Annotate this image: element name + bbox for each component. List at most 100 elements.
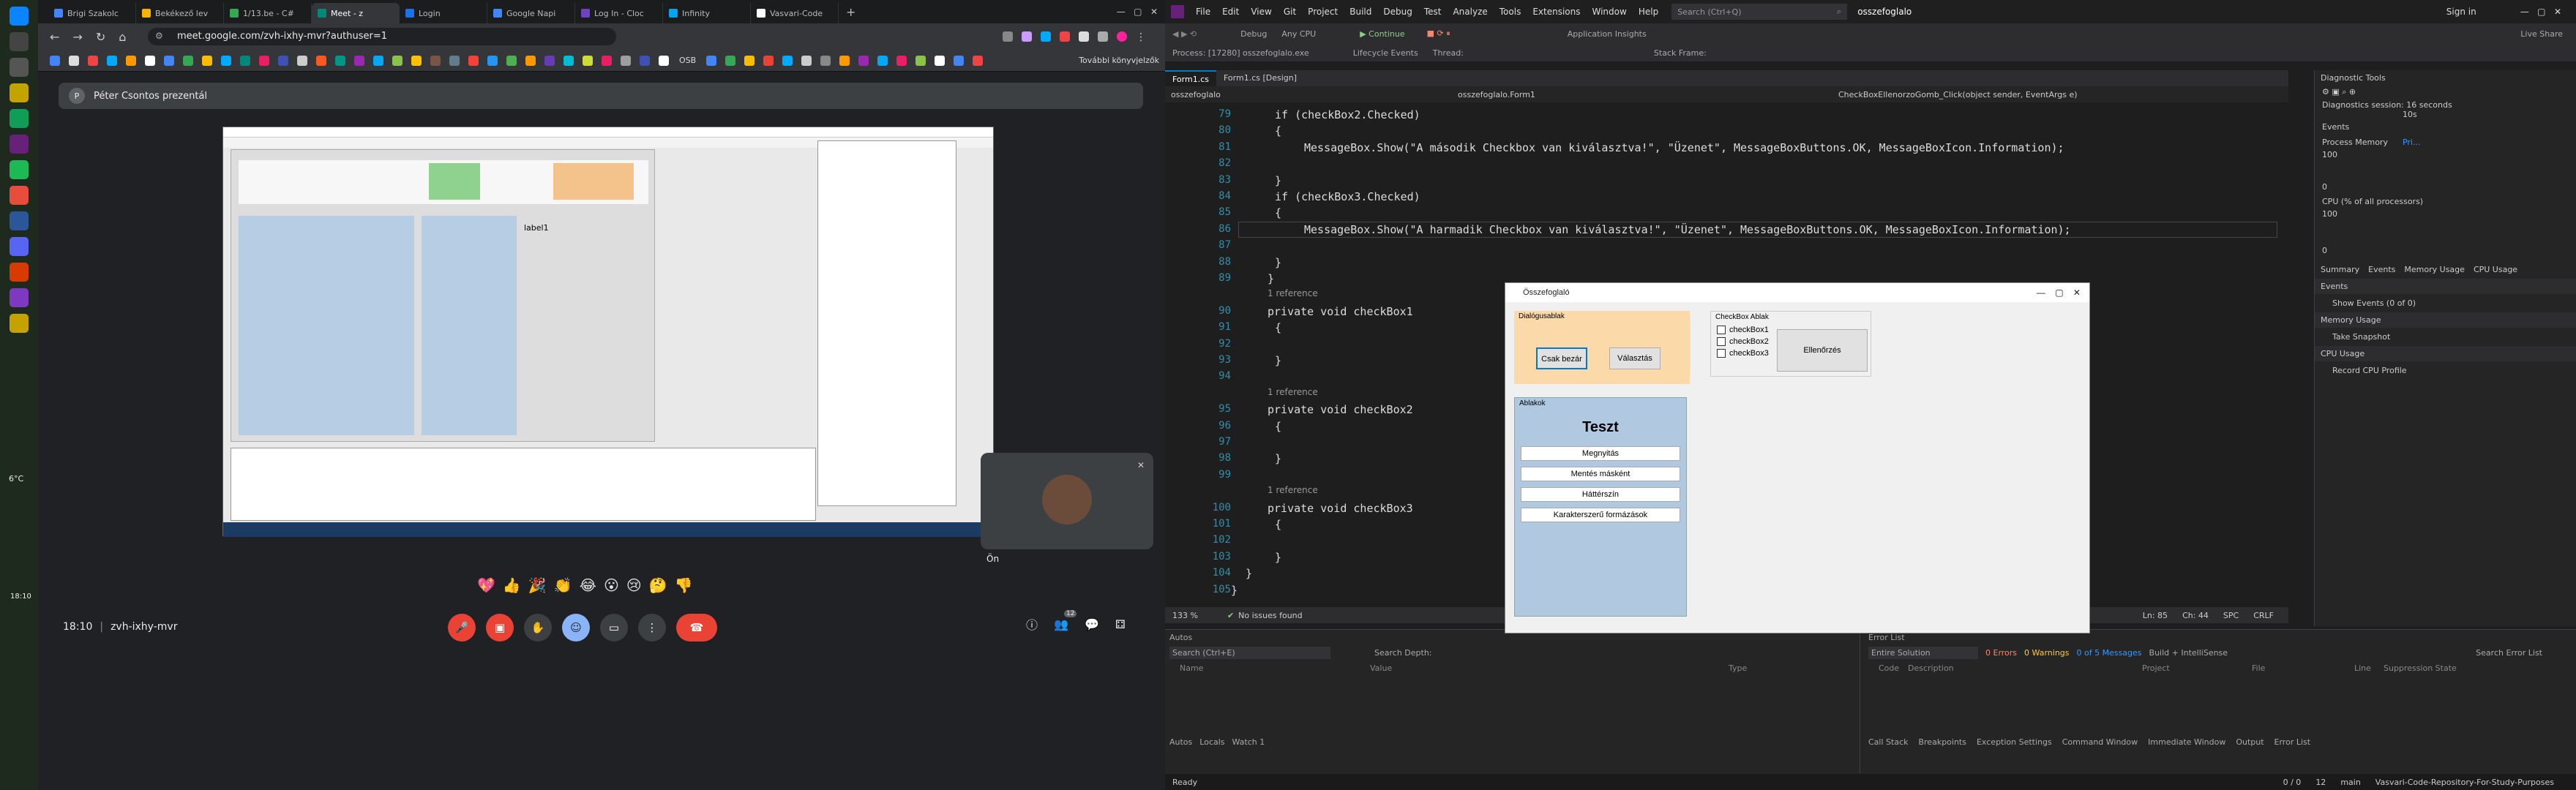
messages-filter[interactable]: 0 of 5 Messages [2077, 648, 2142, 658]
error-panel-tab[interactable]: Call Stack [1868, 737, 1908, 747]
tab-form1-design[interactable]: Form1.cs [Design] [1216, 70, 1304, 86]
checkbox-box[interactable] [1717, 349, 1726, 358]
forward-icon[interactable]: → [72, 30, 82, 44]
error-panel-tab[interactable]: Exception Settings [1977, 737, 2052, 747]
autos-tab[interactable]: Locals [1199, 737, 1224, 747]
app-icon-2[interactable] [10, 263, 29, 282]
bookmark-icon[interactable] [954, 55, 965, 66]
stop-button[interactable]: ■ ⟳ ⏸ [1427, 29, 1450, 39]
chat-icon[interactable]: 💬 [1085, 617, 1099, 631]
diag-tab[interactable]: CPU Usage [2474, 265, 2517, 274]
search-depth[interactable]: Search Depth: [1374, 648, 1432, 658]
search-icon[interactable] [10, 32, 29, 51]
reaction-emoji[interactable]: 😂 [580, 576, 596, 594]
taskbar-clock[interactable]: 18:10 [10, 592, 31, 601]
activities-icon[interactable]: ⚃ [1115, 617, 1126, 631]
menu-item[interactable]: Tools [1494, 7, 1527, 17]
profile-avatar[interactable] [1117, 31, 1127, 42]
browser-tab[interactable]: Bekékező lev [136, 3, 224, 23]
zoom-level[interactable]: 133 % [1172, 611, 1198, 620]
spotify-icon[interactable] [10, 160, 29, 179]
check-button[interactable]: Ellenőrzés [1777, 329, 1868, 372]
git-branch[interactable]: main [2340, 778, 2360, 787]
extension-icon[interactable] [1060, 31, 1070, 42]
bookmark-icon[interactable] [221, 55, 231, 66]
home-icon[interactable]: ⌂ [119, 30, 126, 44]
checkbox-box[interactable] [1717, 337, 1726, 346]
bookmark-icon[interactable] [430, 55, 441, 66]
method-dropdown[interactable]: CheckBoxEllenorzoGomb_Click(object sende… [1838, 90, 2078, 99]
reaction-emoji[interactable]: 👏 [554, 576, 572, 594]
bookmark-icon[interactable] [640, 55, 650, 66]
browser-tab[interactable]: Google Napi [487, 3, 575, 23]
bookmark-icon[interactable] [164, 55, 174, 66]
reload-icon[interactable]: ↻ [96, 30, 105, 44]
form-button[interactable]: Karakterszerű formázások [1521, 508, 1680, 522]
git-repo[interactable]: Vasvari-Code-Repository-For-Study-Purpos… [2375, 778, 2554, 787]
bookmark-icon[interactable] [240, 55, 250, 66]
bookmark-icon[interactable] [916, 55, 926, 66]
new-tab-icon[interactable]: + [846, 5, 855, 19]
form-window-controls[interactable]: — ▢ ✕ [2037, 287, 2081, 298]
form-button[interactable]: Megnyitás [1521, 446, 1680, 461]
reaction-emoji[interactable]: 🤔 [649, 576, 667, 594]
browser-tab[interactable]: Infinity [663, 3, 751, 23]
camera-button[interactable]: ▣ [486, 614, 514, 642]
choice-button[interactable]: Választás [1609, 347, 1660, 369]
menu-item[interactable]: Debug [1377, 7, 1418, 17]
bookmark-icon[interactable] [373, 55, 383, 66]
form-button[interactable]: Háttérszín [1521, 487, 1680, 502]
autos-search[interactable]: Search (Ctrl+E) [1169, 647, 1330, 659]
bookmark-icon[interactable] [621, 55, 631, 66]
people-icon[interactable]: 👥 12 [1054, 609, 1077, 631]
bookmark-icon[interactable] [839, 55, 850, 66]
reaction-emoji[interactable]: 😮 [604, 576, 619, 594]
app-icon[interactable] [10, 186, 29, 205]
bookmark-icon[interactable] [259, 55, 269, 66]
search-box[interactable]: Search (Ctrl+Q) ⌕ [1671, 4, 1848, 20]
error-panel-tab[interactable]: Error List [2274, 737, 2311, 747]
menu-item[interactable]: Help [1633, 7, 1664, 17]
other-bookmarks[interactable]: További könyvjelzők [1079, 56, 1159, 65]
platform-dropdown[interactable]: Any CPU [1281, 29, 1316, 39]
address-bar[interactable]: meet.google.com/zvh-ixhy-mvr?authuser=1 [148, 28, 616, 45]
config-dropdown[interactable]: Debug [1240, 29, 1267, 39]
browser-tab[interactable]: Brigi Szakolc [48, 3, 136, 23]
extension-icon[interactable] [1022, 31, 1032, 42]
issues-status[interactable]: No issues found [1238, 611, 1302, 620]
bookmark-icon[interactable] [744, 55, 755, 66]
app-icon-3[interactable] [10, 288, 29, 307]
scope-dropdown[interactable]: Entire Solution [1868, 647, 1978, 659]
diag-tab[interactable]: Events [2368, 265, 2395, 274]
bookmark-icon[interactable] [449, 55, 460, 66]
bookmark-icon[interactable] [506, 55, 517, 66]
take-snapshot-button[interactable]: Take Snapshot [2315, 328, 2576, 346]
chrome-icon[interactable] [10, 109, 29, 128]
bookmark-icon[interactable] [354, 55, 364, 66]
menu-item[interactable]: Git [1278, 7, 1302, 17]
errors-filter[interactable]: 0 Errors [1985, 648, 2017, 658]
build-filter[interactable]: Build + IntelliSense [2149, 648, 2228, 658]
weather-widget[interactable]: 6°C [9, 474, 23, 484]
bookmark-icon[interactable] [316, 55, 326, 66]
form-button[interactable]: Mentés másként [1521, 467, 1680, 481]
bookmark-icon[interactable] [487, 55, 498, 66]
bookmark-icon[interactable] [278, 55, 288, 66]
menu-item[interactable]: Project [1302, 7, 1344, 17]
site-info-icon[interactable]: ⚙ [155, 31, 163, 41]
menu-item[interactable]: Extensions [1527, 7, 1586, 17]
menu-item[interactable]: Test [1418, 7, 1448, 17]
reaction-emoji[interactable]: 🎉 [528, 576, 547, 594]
bookmark-icon[interactable] [50, 55, 60, 66]
browser-tab[interactable]: Vasvari-Code [751, 3, 839, 23]
bookmark-icon[interactable] [69, 55, 79, 66]
git-changes[interactable]: 0 / 0 [2283, 778, 2302, 787]
error-search[interactable]: Search Error List [2476, 648, 2542, 658]
bookmark-icon[interactable] [782, 55, 793, 66]
bookmark-icon[interactable] [706, 55, 717, 66]
bookmark-icon[interactable] [544, 55, 555, 66]
reaction-emoji[interactable]: 👎 [675, 576, 693, 594]
visual-studio-icon[interactable] [10, 135, 29, 154]
autos-tab[interactable]: Autos [1169, 737, 1192, 747]
warnings-filter[interactable]: 0 Warnings [2024, 648, 2069, 658]
